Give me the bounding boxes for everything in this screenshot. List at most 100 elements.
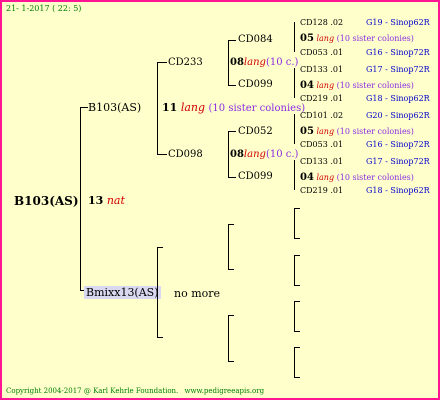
ancestor-extra: (10 sister colonies) bbox=[336, 127, 414, 136]
ancestor-number: .01 bbox=[330, 140, 344, 149]
ancestor-row[interactable]: CD219 .01 bbox=[300, 95, 343, 103]
grandparent-name[interactable]: CD233 bbox=[168, 58, 203, 68]
empty-branch bbox=[294, 285, 300, 286]
footer: Copyright 2004-2017 @ Karl Kehrle Founda… bbox=[6, 388, 264, 395]
ancestor-row[interactable]: CD133 .01 bbox=[300, 66, 343, 74]
ancestor-number: 05 bbox=[300, 126, 314, 137]
great-grandparent-name[interactable]: CD099 bbox=[238, 80, 273, 90]
grandparent-info: 08lang(10 c.) bbox=[230, 58, 298, 68]
ancestor-ref[interactable]: G20 - Sinop62R bbox=[366, 112, 430, 120]
root-queen-number: 13 bbox=[88, 194, 104, 207]
empty-branch bbox=[228, 315, 229, 361]
empty-branch bbox=[228, 269, 234, 270]
ancestor-row[interactable]: CD101 .02 bbox=[300, 112, 343, 120]
ancestor-tag: lang bbox=[316, 34, 335, 43]
ancestor-id: CD133 bbox=[300, 157, 328, 166]
ancestor-row[interactable]: CD053 .01 bbox=[300, 141, 343, 149]
empty-branch bbox=[294, 208, 300, 209]
grandparent-number: 08 bbox=[230, 149, 244, 160]
empty-branch bbox=[228, 224, 234, 225]
father-extra: (10 sister colonies) bbox=[208, 103, 306, 114]
ancestor-number: .01 bbox=[330, 94, 344, 103]
ancestor-tag: lang bbox=[316, 127, 335, 136]
ancestor-ref[interactable]: G16 - Sinop72R bbox=[366, 49, 430, 57]
ancestor-id: CD219 bbox=[300, 186, 328, 195]
father-info: 11 lang (10 sister colonies) bbox=[162, 102, 305, 114]
empty-branch bbox=[294, 377, 300, 378]
ancestor-row[interactable]: CD219 .01 bbox=[300, 187, 343, 195]
empty-branch bbox=[228, 361, 234, 362]
grandparent-extra: (10 c.) bbox=[265, 149, 299, 160]
pedigree-panel: 21- 1-2017 ( 22: 5) B103(AS) 13 nat B103… bbox=[2, 2, 438, 398]
ancestor-ref[interactable]: G18 - Sinop62R bbox=[366, 187, 430, 195]
grandparent-name[interactable]: CD098 bbox=[168, 150, 203, 160]
great-grandparent-name[interactable]: CD099 bbox=[238, 172, 273, 182]
great-grandparent-name[interactable]: CD052 bbox=[238, 127, 273, 137]
root-queen-name[interactable]: B103(AS) bbox=[14, 195, 79, 207]
ancestor-ref[interactable]: G19 - Sinop62R bbox=[366, 19, 430, 27]
root-queen-tag: nat bbox=[106, 194, 125, 207]
copyright-text: Copyright 2004-2017 @ Karl Kehrle Founda… bbox=[6, 387, 179, 395]
ancestor-id: CD128 bbox=[300, 18, 328, 27]
empty-branch bbox=[294, 331, 300, 332]
ancestor-row[interactable]: CD128 .02 bbox=[300, 19, 343, 27]
ancestor-id: CD219 bbox=[300, 94, 328, 103]
ancestor-number: .02 bbox=[330, 111, 344, 120]
ancestor-extra: (10 sister colonies) bbox=[336, 173, 414, 182]
grandparent-info: 08lang(10 c.) bbox=[230, 150, 298, 160]
grandparent-tag: lang bbox=[243, 57, 266, 68]
ancestor-extra: (10 sister colonies) bbox=[336, 81, 414, 90]
ancestor-number: .01 bbox=[330, 157, 344, 166]
ancestor-tag: lang bbox=[316, 81, 335, 90]
tree-connector bbox=[294, 114, 295, 144]
ancestor-row[interactable]: CD053 .01 bbox=[300, 49, 343, 57]
father-tag: lang bbox=[180, 101, 206, 114]
father-name[interactable]: B103(AS) bbox=[88, 102, 141, 113]
ancestor-tag: lang bbox=[316, 173, 335, 182]
grandparent-tag: lang bbox=[243, 149, 266, 160]
ancestor-ref[interactable]: G16 - Sinop72R bbox=[366, 141, 430, 149]
tree-connector bbox=[294, 68, 295, 98]
tree-connector bbox=[228, 131, 236, 132]
empty-branch bbox=[294, 347, 295, 377]
great-grandparent-name[interactable]: CD084 bbox=[238, 35, 273, 45]
empty-branch bbox=[294, 208, 295, 238]
tree-connector bbox=[228, 40, 236, 41]
tree-connector bbox=[294, 160, 295, 190]
mother-name[interactable]: Bmixx13(AS) bbox=[84, 286, 161, 299]
empty-branch bbox=[294, 255, 295, 285]
ancestor-info: 05 lang (10 sister colonies) bbox=[300, 127, 414, 137]
ancestor-info: 05 lang (10 sister colonies) bbox=[300, 34, 414, 44]
tree-connector bbox=[157, 154, 167, 155]
empty-branch bbox=[294, 347, 300, 348]
tree-connector bbox=[228, 177, 236, 178]
grandparent-extra: (10 c.) bbox=[265, 57, 299, 68]
empty-branch bbox=[294, 301, 300, 302]
ancestor-info: 04 lang (10 sister colonies) bbox=[300, 173, 414, 183]
ancestor-ref[interactable]: G17 - Sinop72R bbox=[366, 158, 430, 166]
tree-connector bbox=[157, 62, 167, 63]
ancestor-ref[interactable]: G18 - Sinop62R bbox=[366, 95, 430, 103]
ancestor-number: 05 bbox=[300, 33, 314, 44]
footer-link[interactable]: www.pedigreeapis.org bbox=[185, 387, 265, 395]
ancestor-number: .01 bbox=[330, 65, 344, 74]
tree-connector bbox=[157, 62, 158, 154]
tree-connector bbox=[228, 85, 236, 86]
ancestor-number: .01 bbox=[330, 48, 344, 57]
tree-connector bbox=[228, 131, 229, 177]
ancestor-number: .01 bbox=[330, 186, 344, 195]
empty-branch bbox=[294, 255, 300, 256]
father-number: 11 bbox=[162, 101, 178, 114]
grandparent-number: 08 bbox=[230, 57, 244, 68]
ancestor-id: CD053 bbox=[300, 48, 328, 57]
empty-branch bbox=[228, 315, 234, 316]
ancestor-info: 04 lang (10 sister colonies) bbox=[300, 81, 414, 91]
mother-note: no more bbox=[174, 287, 221, 300]
ancestor-row[interactable]: CD133 .01 bbox=[300, 158, 343, 166]
ancestor-ref[interactable]: G17 - Sinop72R bbox=[366, 66, 430, 74]
ancestor-id: CD053 bbox=[300, 140, 328, 149]
ancestor-number: 04 bbox=[300, 80, 314, 91]
ancestor-extra: (10 sister colonies) bbox=[336, 34, 414, 43]
empty-branch bbox=[157, 247, 158, 337]
tree-connector bbox=[80, 107, 81, 290]
